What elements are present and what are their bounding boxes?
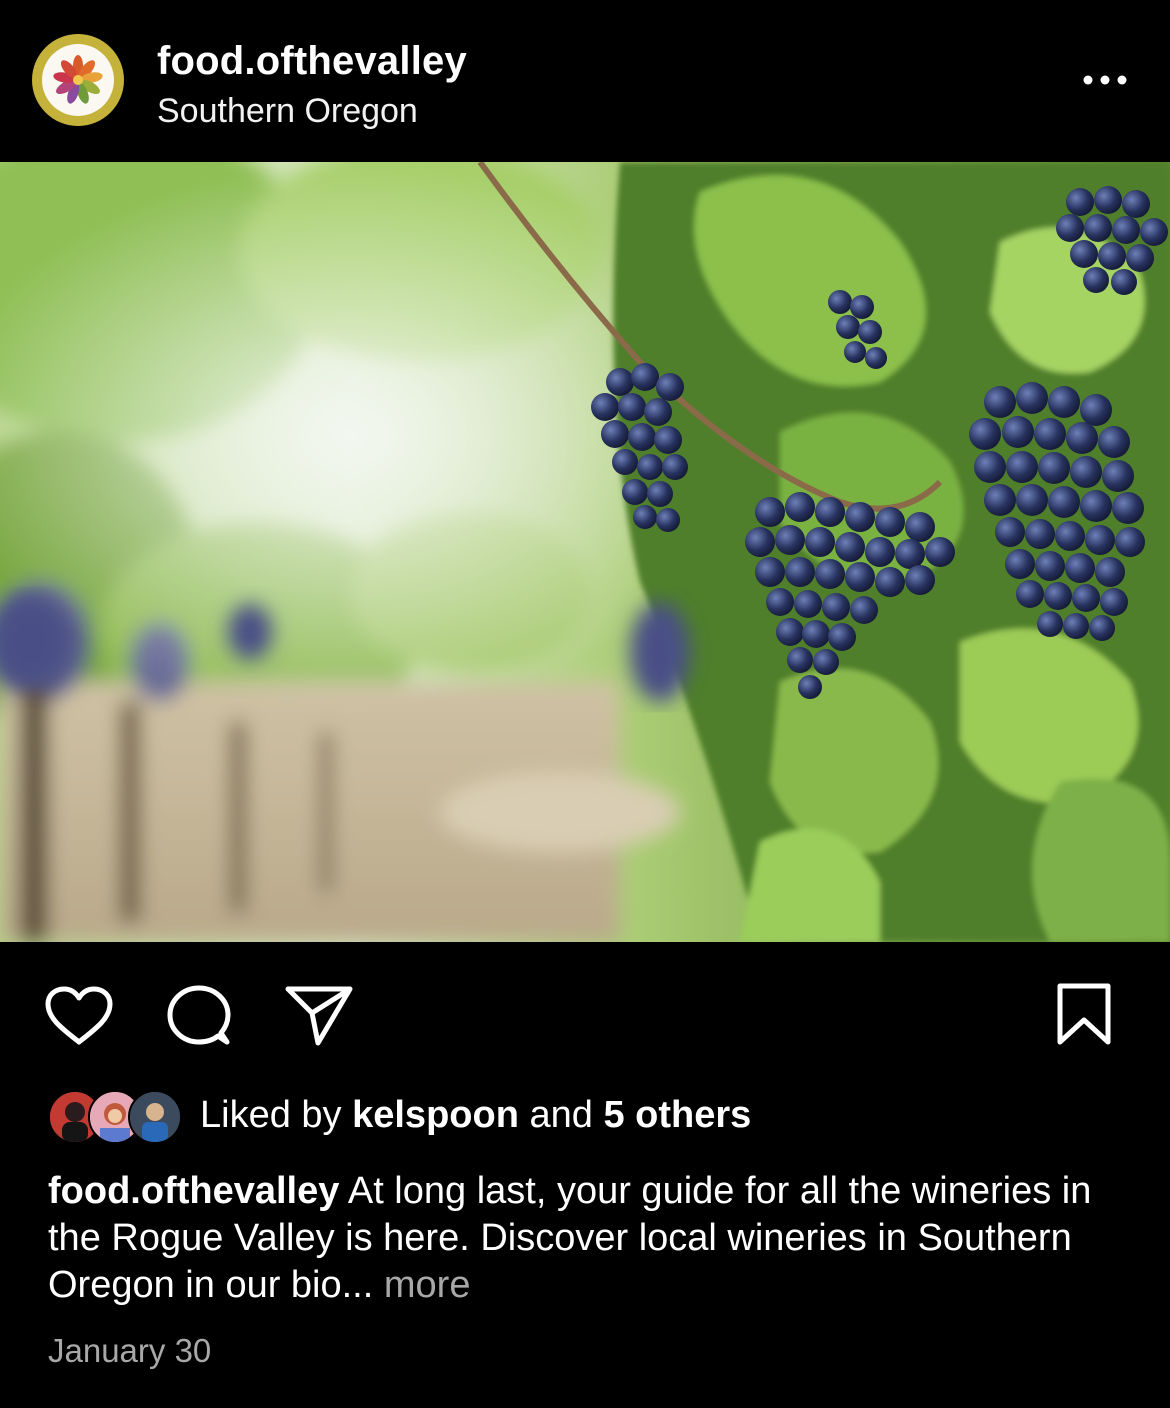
- post-username[interactable]: food.ofthevalley: [157, 38, 467, 84]
- action-bar: [0, 942, 1170, 1072]
- ellipsis-icon[interactable]: [1080, 70, 1130, 90]
- heart-icon[interactable]: [44, 985, 114, 1047]
- post-photo[interactable]: [0, 162, 1170, 942]
- liked-by-user[interactable]: kelspoon: [352, 1094, 519, 1136]
- post-header: food.ofthevalley Southern Oregon: [0, 0, 1170, 162]
- logo-flower-icon: [42, 44, 114, 116]
- post-timestamp: January 30: [48, 1332, 212, 1369]
- post-caption: food.ofthevalley At long last, your guid…: [48, 1168, 1128, 1309]
- profile-avatar[interactable]: [32, 34, 124, 126]
- caption-username[interactable]: food.ofthevalley: [48, 1170, 339, 1212]
- post-location[interactable]: Southern Oregon: [157, 91, 418, 131]
- likes-summary: Liked by kelspoon and 5 others: [200, 1092, 751, 1138]
- bookmark-icon[interactable]: [1054, 982, 1114, 1048]
- liker-avatars[interactable]: [48, 1090, 182, 1144]
- comment-icon[interactable]: [163, 983, 233, 1049]
- liked-conjunction: and: [529, 1094, 593, 1136]
- liked-by-label: Liked by: [200, 1094, 342, 1136]
- liker-avatar: [128, 1090, 182, 1144]
- caption-more-link[interactable]: more: [384, 1264, 471, 1306]
- likes-others-link[interactable]: 5 others: [603, 1094, 751, 1136]
- likes-row: Liked by kelspoon and 5 others: [0, 1086, 1170, 1146]
- paper-plane-icon[interactable]: [283, 983, 355, 1049]
